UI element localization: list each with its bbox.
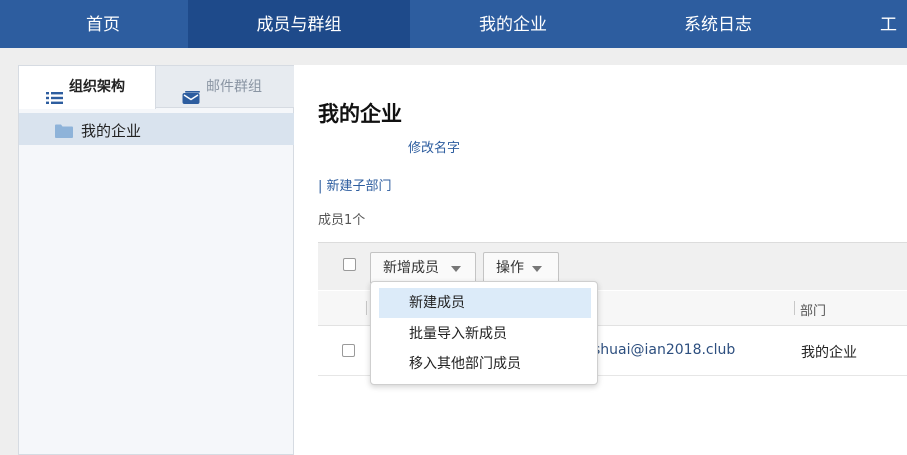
member-department: 我的企业 <box>801 345 857 361</box>
actions-label: 操作 <box>496 260 524 276</box>
menu-item-new-member[interactable]: 新建成员 <box>379 288 591 318</box>
list-icon <box>46 80 64 104</box>
tab-mail-groups[interactable]: 邮件群组 <box>156 66 294 108</box>
member-count: 成员1个 <box>318 213 366 228</box>
column-separator <box>794 301 795 315</box>
tab-org-structure[interactable]: 组织架构 <box>19 66 156 109</box>
nav-system-log[interactable]: 系统日志 <box>616 0 820 48</box>
rename-link[interactable]: 修改名字 <box>408 137 460 156</box>
nav-members-groups[interactable]: 成员与群组 <box>188 0 410 48</box>
chevron-down-icon <box>532 266 542 272</box>
tree-item-label: 我的企业 <box>81 122 142 140</box>
add-member-label: 新增成员 <box>383 260 439 276</box>
nav-my-enterprise[interactable]: 我的企业 <box>410 0 616 48</box>
actions-button[interactable]: 操作 <box>483 252 559 284</box>
org-sidebar: 组织架构 邮件群组 我的企业 <box>18 65 294 455</box>
top-nav: 首页 成员与群组 我的企业 系统日志 工 <box>0 0 907 48</box>
add-member-dropdown: 新建成员 批量导入新成员 移入其他部门成员 <box>370 281 598 385</box>
mail-group-icon <box>182 80 200 104</box>
chevron-down-icon <box>451 266 461 272</box>
tab-mail-groups-label: 邮件群组 <box>206 79 262 95</box>
page-title: 我的企业 <box>318 102 402 126</box>
folder-icon <box>55 123 73 138</box>
menu-item-move-from-other-dept[interactable]: 移入其他部门成员 <box>379 349 591 379</box>
sidebar-tabs: 组织架构 邮件群组 <box>19 66 294 109</box>
column-header-department: 部门 <box>800 304 827 319</box>
nav-tools[interactable]: 工 <box>880 0 907 48</box>
tree-item-my-enterprise[interactable]: 我的企业 <box>19 113 294 145</box>
menu-item-batch-import[interactable]: 批量导入新成员 <box>379 319 591 349</box>
add-member-button[interactable]: 新增成员 <box>370 252 476 284</box>
main-content: 我的企业 修改名字 | 新建子部门 成员1个 新增成员 操作 部门 shuai@… <box>294 65 907 455</box>
tab-org-structure-label: 组织架构 <box>69 79 125 95</box>
row-checkbox[interactable] <box>342 344 355 357</box>
new-subdepartment-link[interactable]: | 新建子部门 <box>318 175 392 194</box>
select-all-checkbox[interactable] <box>343 258 356 271</box>
nav-home[interactable]: 首页 <box>18 0 188 48</box>
member-email: shuai@ian2018.club <box>593 342 736 358</box>
column-separator <box>366 301 367 315</box>
